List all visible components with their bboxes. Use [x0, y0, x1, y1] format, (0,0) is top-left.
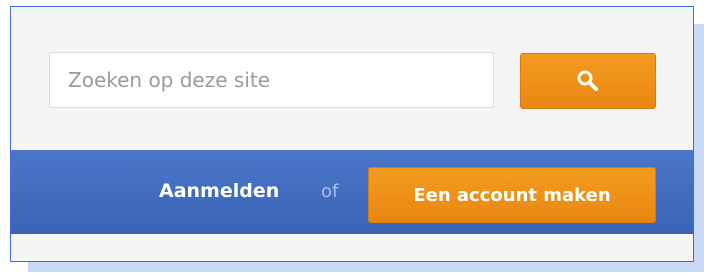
- auth-bar: Aanmelden of Een account maken: [11, 150, 693, 234]
- search-bar: [11, 7, 693, 150]
- search-button[interactable]: [520, 53, 656, 109]
- search-icon: [575, 68, 601, 94]
- search-input[interactable]: [49, 52, 494, 108]
- or-text: of: [321, 181, 339, 202]
- create-account-button[interactable]: Een account maken: [368, 167, 656, 223]
- header-card: Aanmelden of Een account maken: [10, 6, 694, 262]
- login-link[interactable]: Aanmelden: [159, 179, 279, 203]
